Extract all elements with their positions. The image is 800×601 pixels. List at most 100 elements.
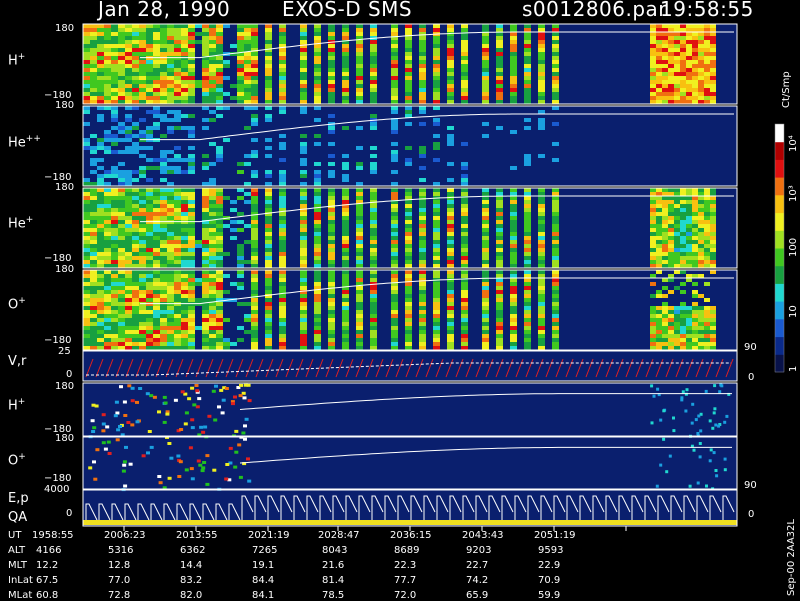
right-tick-0a: 0 (748, 372, 755, 383)
data-cell (251, 44, 258, 48)
data-cell (265, 24, 272, 28)
data-cell (167, 126, 174, 130)
data-cell (125, 302, 132, 306)
data-cell (680, 52, 686, 56)
data-cell (132, 188, 139, 192)
data-cell (90, 80, 97, 84)
data-cell (704, 88, 710, 92)
data-cell (181, 44, 188, 48)
data-cell (139, 346, 146, 350)
data-cell (704, 76, 710, 80)
data-cell (118, 282, 125, 286)
data-cell (680, 196, 686, 200)
data-cell (656, 40, 662, 44)
data-cell (314, 240, 321, 244)
data-cell (139, 282, 146, 286)
data-cell (314, 80, 321, 84)
data-cell (279, 338, 286, 342)
data-cell (111, 224, 118, 228)
data-cell (328, 278, 335, 282)
data-cell (118, 260, 125, 264)
data-cell (188, 314, 195, 318)
data-cell (139, 306, 146, 310)
ephem-value: 6362 (180, 545, 206, 556)
data-cell (447, 270, 454, 274)
data-cell (90, 28, 97, 32)
data-cell (118, 72, 125, 76)
data-cell (83, 188, 90, 192)
data-cell (188, 72, 195, 76)
data-cell (90, 286, 97, 290)
data-cell (461, 232, 468, 236)
data-cell (482, 96, 489, 100)
data-cell (132, 346, 139, 350)
data-cell (538, 76, 545, 80)
data-cell (419, 322, 426, 326)
data-cell (188, 270, 195, 274)
data-cell (146, 24, 153, 28)
data-cell (710, 252, 716, 256)
data-cell (650, 282, 656, 286)
colorbar-swatch (775, 265, 784, 284)
data-cell (342, 294, 349, 298)
data-cell (680, 318, 686, 322)
data-cell (314, 88, 321, 92)
data-cell (710, 56, 716, 60)
data-cell (328, 330, 335, 334)
data-cell (174, 212, 181, 216)
data-cell (139, 88, 146, 92)
data-cell (405, 92, 412, 96)
data-cell (209, 68, 216, 72)
data-cell (447, 290, 454, 294)
data-cell (111, 278, 118, 282)
panel-label-h-plus-2: H+ (8, 397, 26, 414)
data-cell (510, 28, 517, 32)
data-cell (223, 342, 230, 346)
data-cell (342, 196, 349, 200)
data-cell (538, 264, 545, 268)
data-cell (111, 32, 118, 36)
data-cell (300, 182, 307, 186)
data-cell (405, 56, 412, 60)
data-cell (300, 310, 307, 314)
ephem-value: 2006:23 (104, 530, 146, 541)
data-cell (370, 302, 377, 306)
data-cell (650, 240, 656, 244)
data-cell (167, 270, 174, 274)
data-cell (510, 236, 517, 240)
data-cell (482, 244, 489, 248)
data-cell (209, 278, 216, 282)
data-cell (104, 68, 111, 72)
data-cell (167, 60, 174, 64)
data-cell (104, 134, 111, 138)
data-cell (118, 256, 125, 260)
data-cell (342, 76, 349, 80)
data-cell (125, 68, 132, 72)
data-cell (698, 318, 704, 322)
data-cell (265, 114, 272, 118)
data-cell (433, 122, 440, 126)
data-cell (538, 72, 545, 76)
data-cell (132, 56, 139, 60)
data-cell (461, 40, 468, 44)
data-cell (370, 52, 377, 56)
data-cell (510, 24, 517, 28)
data-cell (342, 216, 349, 220)
data-cell (83, 306, 90, 310)
data-cell (656, 294, 662, 298)
data-cell (662, 88, 668, 92)
data-cell (461, 162, 468, 166)
data-cell (447, 338, 454, 342)
data-cell (710, 270, 716, 274)
data-cell (216, 240, 223, 244)
data-cell (216, 100, 223, 104)
data-cell (97, 200, 104, 204)
data-cell (118, 36, 125, 40)
data-cell (111, 334, 118, 338)
data-cell (692, 334, 698, 338)
data-cell (674, 48, 680, 52)
data-cell (662, 310, 668, 314)
data-cell (552, 270, 559, 274)
data-cell (405, 294, 412, 298)
data-cell (704, 40, 710, 44)
